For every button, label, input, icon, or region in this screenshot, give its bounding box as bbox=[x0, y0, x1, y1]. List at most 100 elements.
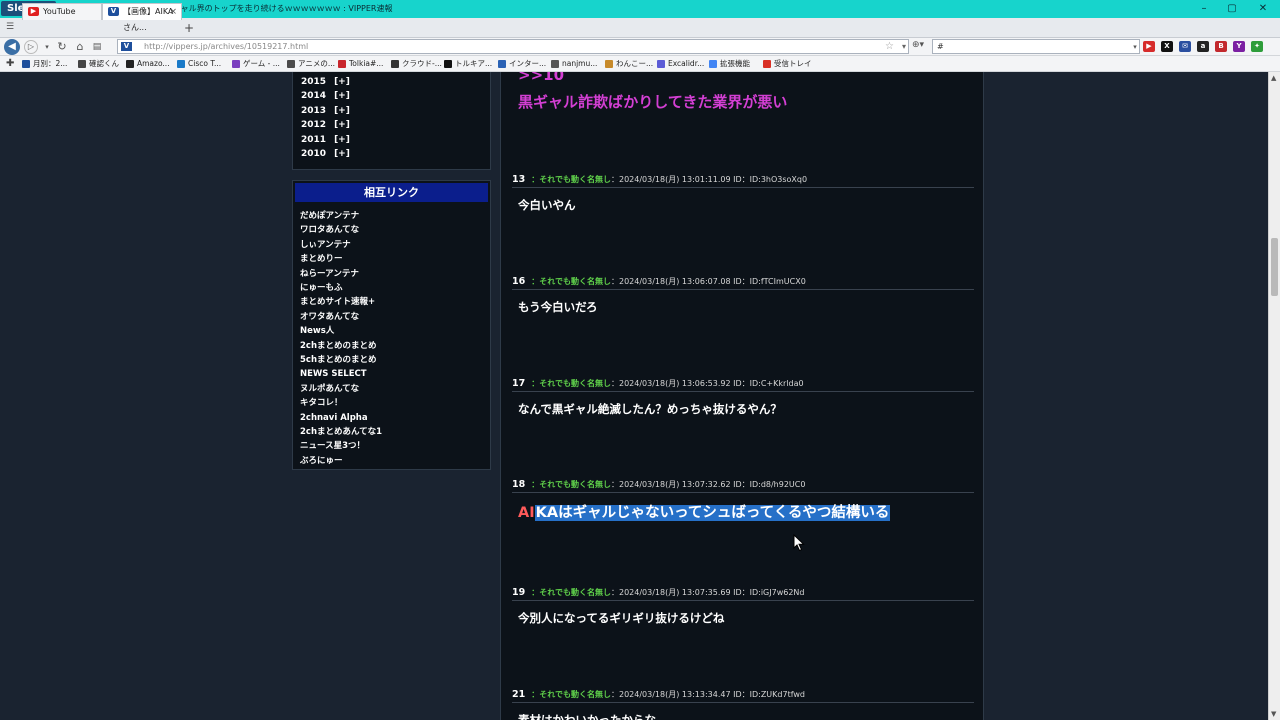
tab-youtube[interactable]: ▶ YouTube bbox=[22, 3, 102, 20]
bookmark-item[interactable]: 拡張機能 bbox=[709, 58, 750, 70]
archive-year-item[interactable]: 2010 [+] bbox=[301, 148, 350, 160]
mutual-link[interactable]: ワロタあんてな bbox=[300, 224, 359, 236]
maximize-button[interactable]: ▢ bbox=[1218, 1, 1246, 17]
bookmark-item[interactable]: トルキア... bbox=[444, 58, 492, 70]
search-dropdown-icon[interactable]: ▾ bbox=[1128, 39, 1142, 55]
mutual-link[interactable]: News人 bbox=[300, 325, 334, 337]
bookmark-label: ゲーム - ... bbox=[243, 59, 280, 68]
bookmark-ext-icon[interactable]: B bbox=[1215, 41, 1227, 52]
bookmark-label: わんこー... bbox=[616, 59, 654, 68]
mutual-link[interactable]: にゅーもふ bbox=[300, 282, 343, 294]
archive-year-item[interactable]: 2015 [+] bbox=[301, 76, 350, 88]
bookmark-item[interactable]: クラウド-... bbox=[391, 58, 442, 70]
reply-anchor-link[interactable]: >>10 bbox=[518, 72, 564, 84]
bookmark-favicon-icon bbox=[657, 60, 665, 68]
scroll-down-icon[interactable]: ▼ bbox=[1271, 710, 1276, 718]
mutual-link[interactable]: ニュース星3つ！ bbox=[300, 440, 365, 452]
bookmark-item[interactable]: Excalidr... bbox=[657, 58, 704, 70]
yahoo-ext-icon[interactable]: Y bbox=[1233, 41, 1245, 52]
bookmark-item[interactable]: ゲーム - ... bbox=[232, 58, 280, 70]
mutual-link[interactable]: だめぽアンテナ bbox=[300, 210, 359, 222]
mouse-cursor-icon bbox=[793, 534, 805, 552]
bookmark-label: Tolkia#... bbox=[349, 59, 384, 68]
mutual-link[interactable]: 2chまとめのまとめ bbox=[300, 340, 377, 352]
mutual-link[interactable]: しぃアンテナ bbox=[300, 239, 351, 251]
bookmark-favicon-icon bbox=[287, 60, 295, 68]
bookmark-label: nanjmu... bbox=[562, 59, 598, 68]
post-body: 今白いやん bbox=[518, 198, 576, 212]
bookmark-item[interactable]: 確認くん bbox=[78, 58, 119, 70]
navigation-bar: ◀ ▷ ▾ ↻ ⌂ ▤ V http://vippers.jp/archives… bbox=[0, 38, 1280, 56]
bookmark-favicon-icon bbox=[551, 60, 559, 68]
thread-content: >>10 黒ギャル詐欺ばかりしてきた業界が悪い 13 ：それでも動く名無し：202… bbox=[500, 72, 984, 720]
mutual-link[interactable]: ヌルポあんてな bbox=[300, 383, 359, 395]
address-bar[interactable]: V http://vippers.jp/archives/10519217.ht… bbox=[117, 39, 909, 54]
youtube-ext-icon[interactable]: ▶ bbox=[1143, 41, 1155, 52]
home-button[interactable]: ⌂ bbox=[73, 39, 87, 55]
bookmark-item[interactable]: 受信トレイ bbox=[763, 58, 812, 70]
history-dropdown-icon[interactable]: ▾ bbox=[40, 39, 54, 55]
mutual-link[interactable]: まとめりー bbox=[300, 253, 343, 265]
mutual-link[interactable]: NEWS SELECT bbox=[300, 368, 367, 380]
bookmark-item[interactable]: インター... bbox=[498, 58, 546, 70]
bookmark-favicon-icon bbox=[338, 60, 346, 68]
archive-year-item[interactable]: 2012 [+] bbox=[301, 119, 350, 131]
bookmark-label: 受信トレイ bbox=[774, 59, 812, 68]
bookmark-item[interactable]: 月別：2... bbox=[22, 58, 67, 70]
tab-list-icon[interactable]: ☰ bbox=[6, 22, 14, 32]
bookmark-label: Excalidr... bbox=[668, 59, 705, 68]
forward-button[interactable]: ▷ bbox=[24, 40, 38, 54]
reload-button[interactable]: ↻ bbox=[55, 39, 69, 55]
tab-vipper[interactable]: V 【画像】AIKAさん... × bbox=[102, 3, 182, 32]
bookmark-item[interactable]: nanjmu... bbox=[551, 58, 597, 70]
scroll-up-icon[interactable]: ▲ bbox=[1271, 74, 1276, 82]
mail-ext-icon[interactable]: ✉ bbox=[1179, 41, 1191, 52]
mutual-link[interactable]: キタコレ！ bbox=[300, 397, 343, 409]
mutual-link[interactable]: オワタあんてな bbox=[300, 311, 359, 323]
mutual-link[interactable]: まとめサイト速報+ bbox=[300, 296, 375, 308]
search-input[interactable]: # bbox=[932, 39, 1140, 54]
mutual-link[interactable]: ねらーアンテナ bbox=[300, 268, 359, 280]
add-bookmark-icon[interactable]: ✚ bbox=[6, 58, 14, 69]
quoted-text: 黒ギャル詐欺ばかりしてきた業界が悪い bbox=[518, 93, 788, 111]
bookmark-item[interactable]: Cisco T... bbox=[177, 58, 221, 70]
bookmark-item[interactable]: Tolkia#... bbox=[338, 58, 383, 70]
minimize-button[interactable]: – bbox=[1190, 1, 1218, 17]
archive-year-item[interactable]: 2016[+] bbox=[301, 72, 350, 73]
url-text[interactable]: http://vippers.jp/archives/10519217.html bbox=[144, 41, 308, 53]
bookmark-item[interactable]: わんこー... bbox=[605, 58, 653, 70]
post-header: 18 ：それでも動く名無し：2024/03/18(月) 13:07:32.62 I… bbox=[512, 479, 974, 493]
close-button[interactable]: ✕ bbox=[1248, 1, 1278, 17]
address-dropdown-icon[interactable]: ▾ bbox=[902, 40, 906, 53]
mutual-link[interactable]: 5chまとめのまとめ bbox=[300, 354, 377, 366]
bookmark-label: トルキア... bbox=[455, 59, 493, 68]
bookmark-item[interactable]: アニメの... bbox=[287, 58, 335, 70]
bookmark-favicon-icon bbox=[498, 60, 506, 68]
page-info-icon[interactable]: ▤ bbox=[90, 39, 104, 55]
bookmark-label: クラウド-... bbox=[402, 59, 442, 68]
tab-close-icon[interactable]: × bbox=[169, 4, 177, 20]
back-button[interactable]: ◀ bbox=[4, 39, 20, 55]
bookmark-favicon-icon bbox=[232, 60, 240, 68]
new-tab-button[interactable]: + bbox=[184, 20, 194, 36]
bookmark-item[interactable]: Amazo... bbox=[126, 58, 170, 70]
post-body: 素材はかわいかったからな bbox=[518, 713, 656, 720]
bookmark-favicon-icon bbox=[709, 60, 717, 68]
x-ext-icon[interactable]: X bbox=[1161, 41, 1173, 52]
bookmark-favicon-icon bbox=[177, 60, 185, 68]
mutual-link[interactable]: ぶろにゅー bbox=[300, 455, 343, 467]
page-scrollbar[interactable]: ▲ ▼ bbox=[1268, 72, 1280, 720]
bookmark-favicon-icon bbox=[763, 60, 771, 68]
mutual-link[interactable]: 2chまとめあんてな1 bbox=[300, 426, 382, 438]
puzzle-ext-icon[interactable]: ✦ bbox=[1251, 41, 1263, 52]
scrollbar-thumb[interactable] bbox=[1271, 238, 1278, 296]
archive-year-item[interactable]: 2014 [+] bbox=[301, 90, 350, 102]
mutual-link[interactable]: 2chnavi Alpha bbox=[300, 412, 368, 424]
amazon-ext-icon[interactable]: a bbox=[1197, 41, 1209, 52]
bookmark-star-icon[interactable]: ☆ bbox=[885, 40, 894, 53]
bookmark-favicon-icon bbox=[605, 60, 613, 68]
text-selection[interactable]: KAはギャルじゃないってシュばってくるやつ結構いる bbox=[534, 505, 891, 521]
archive-year-item[interactable]: 2013 [+] bbox=[301, 105, 350, 117]
archive-year-item[interactable]: 2011 [+] bbox=[301, 134, 350, 146]
search-engine-icon[interactable]: ⊕▾ bbox=[912, 40, 924, 50]
